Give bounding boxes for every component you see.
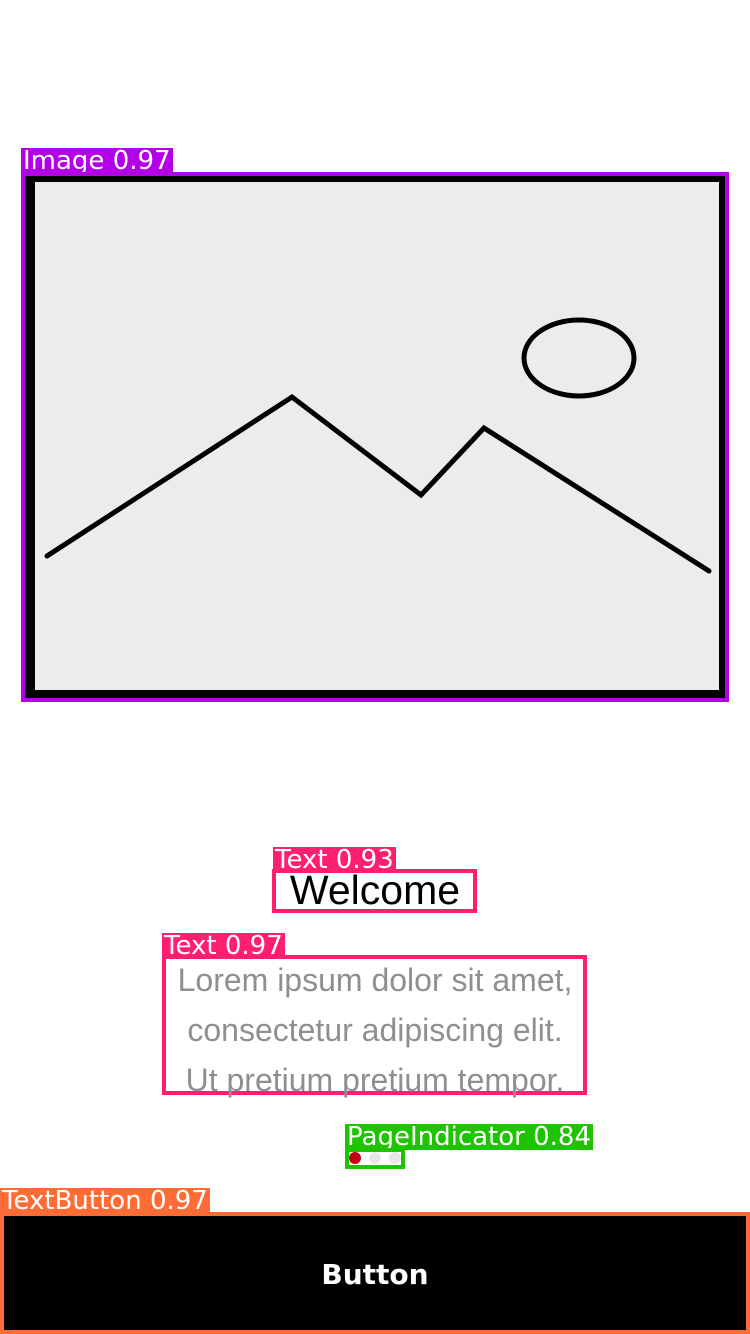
button-detection-label: TextButton 0.97 [0, 1188, 210, 1214]
description-line-2: consectetur adipiscing elit. [187, 1012, 563, 1048]
image-detection-label: Image 0.97 [21, 148, 173, 174]
page-indicator-detection-label: PageIndicator 0.84 [345, 1124, 593, 1150]
description-line-1: Lorem ipsum dolor sit amet, [177, 962, 573, 998]
hero-image [21, 172, 729, 702]
welcome-title: Welcome [289, 867, 461, 913]
landscape-placeholder-icon [44, 317, 712, 574]
page-indicator-dot[interactable] [389, 1152, 401, 1164]
screen: Image 0.97 Text 0.93 Welcome Text 0.97 L… [0, 0, 750, 1334]
welcome-description: Lorem ipsum dolor sit amet, consectetur … [164, 955, 586, 1098]
page-indicator-dot[interactable] [369, 1152, 381, 1164]
primary-button[interactable]: Button [0, 1212, 750, 1334]
page-indicator[interactable] [349, 1150, 403, 1166]
description-line-3: Ut pretium pretium tempor. [185, 1062, 565, 1098]
page-indicator-dot-active[interactable] [349, 1152, 361, 1164]
image-placeholder-icon [35, 182, 719, 690]
